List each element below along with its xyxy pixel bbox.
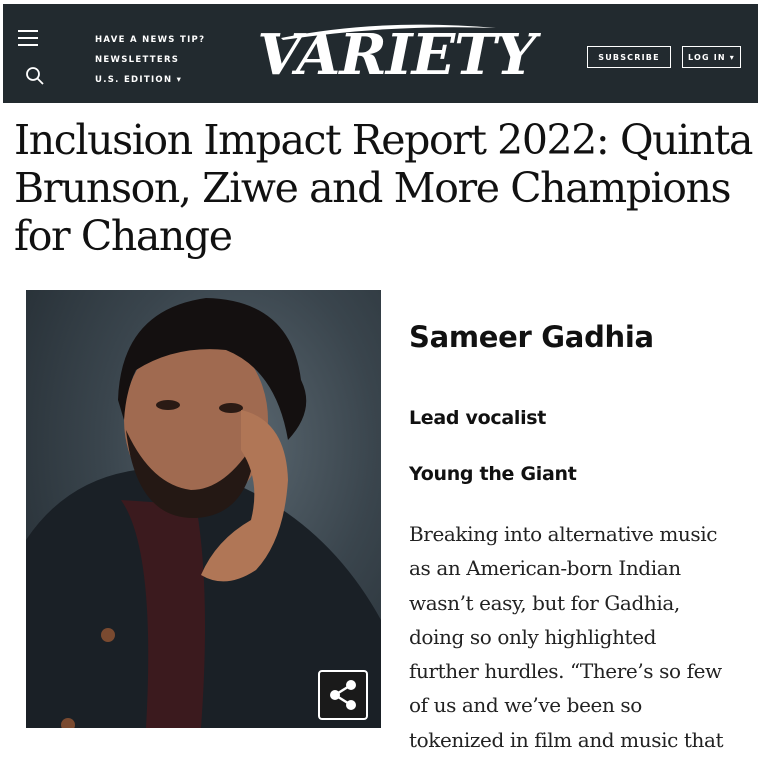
profile-bio: Breaking into alternative music as an Am… bbox=[409, 517, 759, 757]
share-button[interactable] bbox=[318, 670, 368, 720]
bio-line: tokenized in film and music that bbox=[409, 727, 724, 752]
bio-line: as an American-born Indian bbox=[409, 556, 681, 581]
article-headline: Inclusion Impact Report 2022: Quinta Bru… bbox=[14, 116, 753, 260]
hamburger-menu-icon[interactable] bbox=[18, 30, 38, 46]
profile-band: Young the Giant bbox=[409, 463, 577, 485]
profile-role: Lead vocalist bbox=[409, 407, 547, 429]
edition-selector[interactable]: U.S. EDITION ▾ bbox=[95, 70, 205, 90]
search-icon[interactable] bbox=[25, 66, 45, 86]
bio-line: Breaking into alternative music bbox=[409, 522, 718, 546]
login-button[interactable]: LOG IN ▾ bbox=[682, 46, 741, 68]
bio-line: wasn’t easy, but for Gadhia, bbox=[409, 590, 680, 615]
profile-name: Sameer Gadhia bbox=[409, 320, 654, 354]
variety-logo[interactable]: VARIETY bbox=[257, 23, 536, 87]
bio-line: further hurdles. “There’s so few bbox=[409, 659, 722, 684]
portrait-illustration bbox=[26, 298, 381, 728]
subscribe-button[interactable]: SUBSCRIBE bbox=[587, 46, 671, 68]
newsletters-link[interactable]: NEWSLETTERS bbox=[95, 50, 205, 70]
header-links: HAVE A NEWS TIP? NEWSLETTERS U.S. EDITIO… bbox=[95, 30, 205, 90]
profile-photo bbox=[26, 290, 381, 728]
bio-line: of us and we’ve been so bbox=[409, 693, 642, 718]
site-header: HAVE A NEWS TIP? NEWSLETTERS U.S. EDITIO… bbox=[3, 4, 758, 103]
news-tip-link[interactable]: HAVE A NEWS TIP? bbox=[95, 30, 205, 50]
share-icon bbox=[330, 680, 356, 710]
bio-line: doing so only highlighted bbox=[409, 624, 657, 649]
